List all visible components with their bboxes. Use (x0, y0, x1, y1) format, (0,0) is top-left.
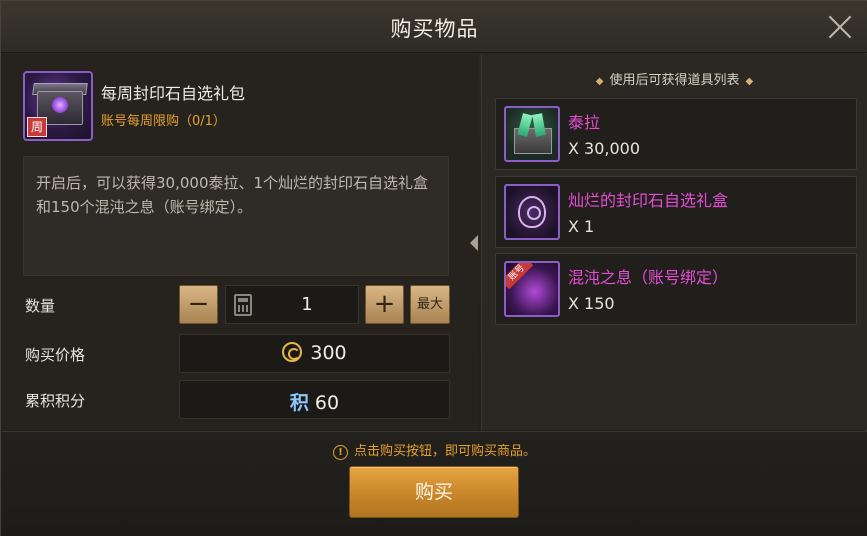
purchase-limit: 账号每周限购（0/1） (101, 114, 226, 129)
thera-crate-icon (504, 106, 560, 162)
close-icon[interactable] (826, 13, 854, 41)
reward-name: 灿烂的封印石自选礼盒 (568, 191, 729, 210)
seal-stone-package-icon: 周 (23, 71, 93, 141)
seal-box-icon (504, 184, 560, 240)
item-description: 开启后，可以获得30,000泰拉、1个灿烂的封印石自选礼盒和150个混沌之息（账… (36, 174, 429, 216)
item-name: 每周封印石自选礼包 (101, 84, 246, 103)
chaos-breath-icon: 账号 (504, 261, 560, 317)
reward-list-header: ◆ 使用后可获得道具列表 ◆ (482, 69, 867, 88)
reward-item[interactable]: 账号 混沌之息（账号绑定） X 150 (495, 253, 857, 325)
diamond-icon: ◆ (595, 76, 604, 87)
notice-text: 点击购买按钮，即可购买商品。 (353, 444, 536, 459)
decrease-button[interactable]: − (179, 285, 218, 324)
warning-icon: ! (332, 445, 348, 460)
gem-icon (52, 97, 68, 113)
reward-item[interactable]: 灿烂的封印石自选礼盒 X 1 (495, 176, 857, 248)
quantity-value: 1 (301, 294, 313, 315)
quantity-input[interactable]: 1 (225, 285, 359, 324)
purchase-notice: ! 点击购买按钮，即可购买商品。 (1, 440, 867, 460)
calculator-icon[interactable] (234, 294, 252, 316)
reward-list-title: 使用后可获得道具列表 (609, 73, 740, 88)
reward-name: 混沌之息（账号绑定） (568, 268, 729, 287)
coin-icon (282, 342, 303, 362)
weekly-tag: 周 (27, 117, 47, 137)
reward-list-panel: ◆ 使用后可获得道具列表 ◆ 泰拉 X 30,000 灿烂的封印石自选礼盒 X 1 … (481, 54, 867, 430)
max-button[interactable]: 最大 (410, 285, 450, 324)
purchase-dialog: 购买物品 周 每周封印石自选礼包 账号每周限购（0/1） 开启后，可以获得30,… (0, 0, 867, 536)
price-field: 300 (179, 334, 450, 373)
reward-item[interactable]: 泰拉 X 30,000 (495, 98, 857, 170)
points-icon: 积 (289, 392, 309, 414)
buy-button[interactable]: 购买 (349, 466, 519, 518)
reward-qty: X 150 (568, 294, 615, 313)
item-detail-panel: 周 每周封印石自选礼包 账号每周限购（0/1） 开启后，可以获得30,000泰拉… (1, 54, 479, 430)
title-bar: 购买物品 (1, 1, 867, 53)
account-bound-tag: 账号 (506, 263, 534, 290)
reward-qty: X 1 (568, 217, 595, 236)
dialog-title: 购买物品 (390, 17, 479, 41)
reward-name: 泰拉 (568, 113, 601, 132)
points-label: 累积积分 (25, 392, 86, 410)
price-label: 购买价格 (25, 346, 86, 364)
arrow-left-icon (466, 231, 482, 255)
increase-button[interactable]: + (365, 285, 404, 324)
price-value: 300 (310, 342, 347, 364)
points-value: 60 (314, 392, 340, 414)
reward-qty: X 30,000 (568, 139, 641, 158)
points-field: 积 60 (179, 380, 450, 419)
description-box: 开启后，可以获得30,000泰拉、1个灿烂的封印石自选礼盒和150个混沌之息（账… (23, 156, 449, 276)
dialog-footer: ! 点击购买按钮，即可购买商品。 购买 (1, 431, 867, 536)
diamond-icon: ◆ (745, 76, 754, 87)
quantity-label: 数量 (25, 297, 56, 315)
